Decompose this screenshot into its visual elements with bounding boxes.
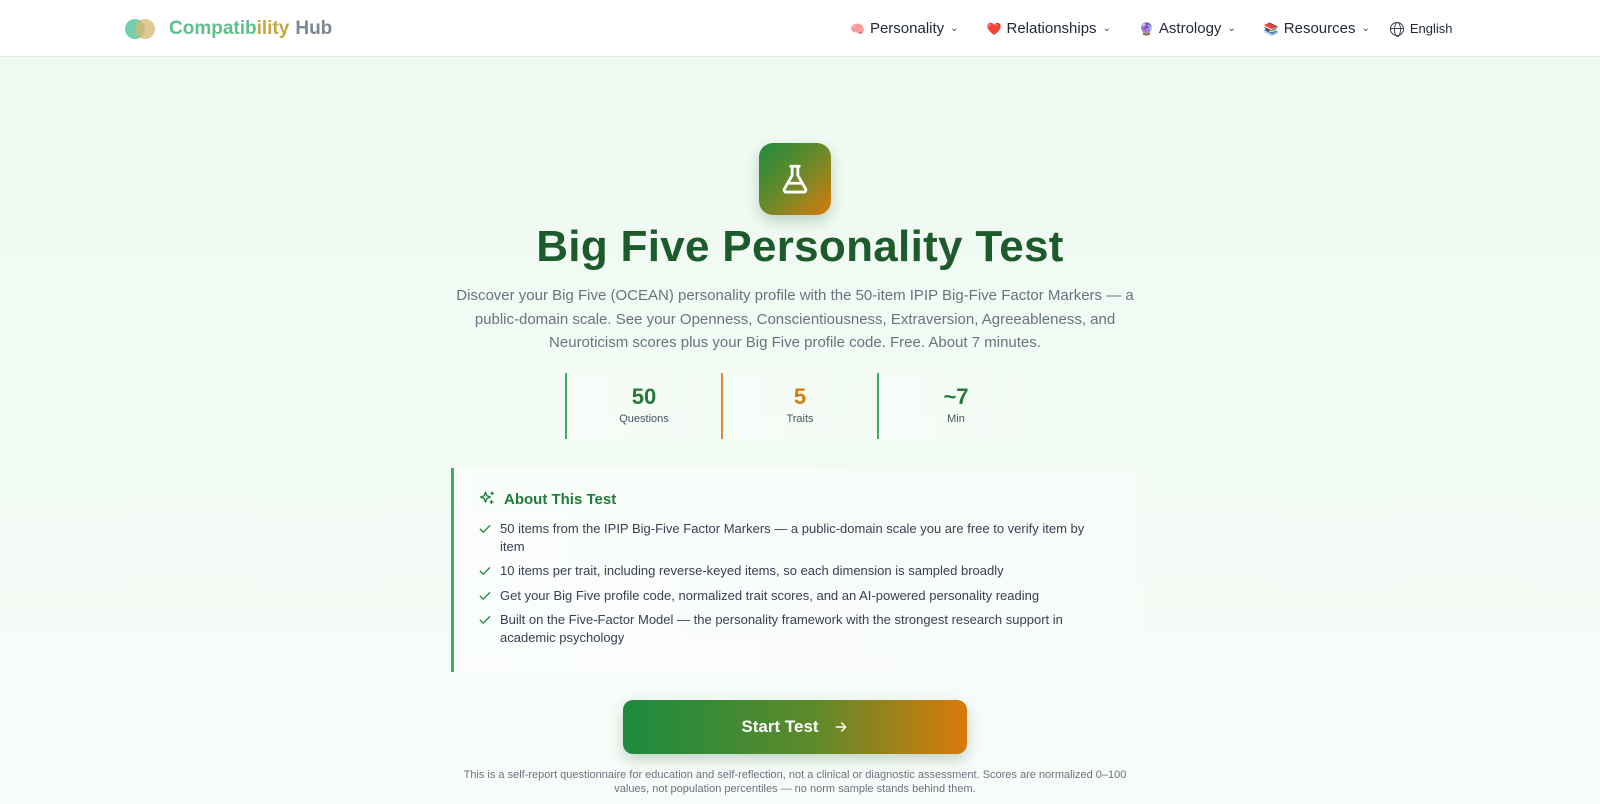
about-test-card: About This Test 50 items from the IPIP B… — [451, 468, 1139, 672]
list-item: 10 items per trait, including reverse-ke… — [478, 562, 1115, 580]
stat-value: 5 — [793, 384, 807, 409]
main-nav: 🧠 Personality ⌄ ❤️ Relationships ⌄ 🔮 Ast… — [850, 0, 1453, 57]
chevron-down-icon: ⌄ — [1227, 23, 1236, 34]
page-subtitle: Discover your Big Five (OCEAN) personali… — [456, 287, 1134, 351]
check-icon — [479, 591, 491, 600]
stat-label: Traits — [786, 413, 814, 425]
check-icon — [479, 616, 491, 624]
nav-personality-dropdown[interactable]: 🧠 Personality ⌄ — [850, 20, 959, 37]
stat-label: Min — [947, 413, 965, 425]
about-list: 50 items from the IPIP Big-Five Factor M… — [478, 520, 1115, 646]
start-test-button[interactable]: Start Test — [623, 700, 967, 754]
nav-resources-dropdown[interactable]: 📚 Resources ⌄ — [1264, 20, 1370, 37]
brand-logo-link[interactable]: Compatibility Hub — [125, 0, 332, 57]
chevron-down-icon: ⌄ — [950, 23, 959, 34]
list-item-text: Get your Big Five profile code, normaliz… — [500, 587, 1040, 603]
about-title: About This Test — [504, 490, 617, 508]
stat-questions: 50 Questions — [565, 373, 721, 439]
check-icon — [479, 525, 491, 533]
page-title: Big Five Personality Test — [536, 222, 1064, 271]
start-test-label: Start Test — [741, 717, 819, 736]
nav-resources-label: Resources — [1283, 20, 1356, 37]
stat-value: 50 — [631, 384, 657, 409]
list-item-text: Built on the Five-Factor Model — the per… — [500, 612, 1063, 645]
top-navbar: Compatibility Hub 🧠 Personality ⌄ ❤️ Rela… — [0, 0, 1600, 57]
about-header: About This Test — [478, 490, 1115, 508]
nav-relationships-label: Relationships — [1006, 20, 1097, 37]
crystal-ball-icon: 🔮 — [1138, 21, 1154, 36]
test-stats: 50 Questions 5 Traits ~7 Min — [565, 373, 1033, 439]
chevron-down-icon: ⌄ — [1102, 23, 1111, 34]
sparkles-icon — [479, 491, 495, 505]
chevron-down-icon: ⌄ — [1361, 23, 1370, 34]
stat-value: ~7 — [943, 384, 969, 409]
list-item: Built on the Five-Factor Model — the per… — [478, 611, 1115, 646]
stat-minutes: ~7 Min — [877, 373, 1033, 439]
brain-icon: 🧠 — [850, 21, 865, 36]
arrow-right-icon — [835, 722, 846, 732]
disclaimer-text: This is a self-report questionnaire for … — [463, 769, 1127, 795]
heart-icon: ❤️ — [986, 21, 1002, 36]
list-item-text: 10 items per trait, including reverse-ke… — [500, 563, 1004, 578]
nav-astrology-dropdown[interactable]: 🔮 Astrology ⌄ — [1139, 20, 1236, 37]
list-item: Get your Big Five profile code, normaliz… — [478, 587, 1115, 605]
check-icon — [479, 567, 491, 575]
list-item: 50 items from the IPIP Big-Five Factor M… — [478, 520, 1115, 555]
nav-personality-label: Personality — [869, 20, 945, 37]
list-item-text: 50 items from the IPIP Big-Five Factor M… — [500, 521, 1085, 554]
stat-label: Questions — [619, 413, 669, 425]
language-label: English — [1409, 21, 1453, 36]
nav-relationships-dropdown[interactable]: ❤️ Relationships ⌄ — [987, 20, 1111, 37]
stat-traits: 5 Traits — [721, 373, 877, 439]
brand-name: Compatibility Hub — [169, 17, 333, 39]
books-icon: 📚 — [1263, 21, 1279, 36]
nav-astrology-label: Astrology — [1158, 20, 1222, 37]
language-selector[interactable]: English — [1389, 21, 1453, 37]
logo-icon — [125, 18, 155, 40]
globe-icon — [1389, 21, 1404, 37]
flask-icon — [759, 143, 831, 215]
